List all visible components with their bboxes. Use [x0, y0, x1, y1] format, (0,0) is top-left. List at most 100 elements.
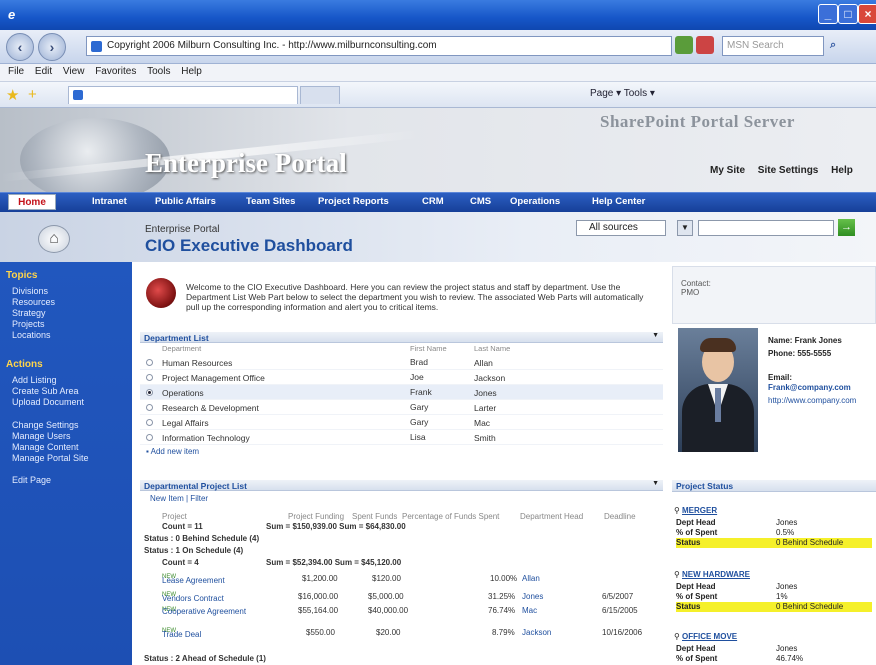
favorites-star-icon[interactable]: ★: [6, 86, 19, 104]
stop-button[interactable]: [696, 36, 714, 54]
url-input[interactable]: Copyright 2006 Milburn Consulting Inc. -…: [86, 36, 672, 56]
radio-button[interactable]: [146, 374, 153, 381]
project-percent: 76.74%: [488, 606, 516, 615]
status-item-name[interactable]: OFFICE MOVE: [682, 632, 737, 641]
nav-project-reports[interactable]: Project Reports: [318, 196, 389, 207]
project-row[interactable]: Cooperative Agreement NEW $55,164.00 $40,…: [140, 604, 663, 626]
add-favorite-icon[interactable]: +: [28, 86, 37, 103]
back-button[interactable]: ‹: [6, 33, 34, 61]
action-create-sub-area[interactable]: Create Sub Area: [12, 386, 79, 396]
group-ahead[interactable]: Status : 2 Ahead of Schedule (1): [140, 652, 663, 665]
radio-button[interactable]: [146, 434, 153, 441]
project-status-title[interactable]: Project Status: [672, 481, 733, 491]
my-site-link[interactable]: My Site: [710, 165, 745, 176]
help-link[interactable]: Help: [831, 165, 853, 176]
project-head[interactable]: Mac: [522, 606, 537, 615]
action-manage-users[interactable]: Manage Users: [12, 431, 71, 441]
department-row-selected[interactable]: Operations Frank Jones: [140, 385, 663, 400]
radio-button[interactable]: [146, 419, 153, 426]
webpart-menu-icon[interactable]: ▼: [652, 480, 659, 487]
portal-search-input[interactable]: [698, 220, 834, 236]
action-manage-content[interactable]: Manage Content: [12, 442, 79, 452]
chevron-down-icon[interactable]: ▼: [677, 220, 693, 236]
minimize-button[interactable]: _: [818, 4, 838, 24]
project-toolbar[interactable]: New Item | Filter: [150, 494, 208, 503]
project-spent: $5,000.00: [368, 592, 404, 601]
department-row[interactable]: Legal Affairs Gary Mac: [140, 415, 663, 430]
new-tab-button[interactable]: [300, 86, 340, 104]
add-new-item-link[interactable]: ▪ Add new item: [140, 447, 663, 456]
status-item-name[interactable]: NEW HARDWARE: [682, 570, 750, 579]
nav-operations[interactable]: Operations: [510, 196, 560, 207]
department-row[interactable]: Information Technology Lisa Smith: [140, 430, 663, 445]
project-head[interactable]: Allan: [522, 574, 540, 583]
forward-button[interactable]: ›: [38, 33, 66, 61]
webpart-menu-icon[interactable]: ▼: [652, 332, 659, 339]
sharepoint-title: SharePoint Portal Server: [600, 112, 795, 131]
topic-strategy[interactable]: Strategy: [12, 308, 46, 318]
project-row[interactable]: Vendors Contract NEW $16,000.00 $5,000.00…: [140, 590, 663, 604]
project-list-title[interactable]: Departmental Project List: [140, 481, 247, 491]
project-deadline: 6/5/2007: [602, 592, 634, 601]
col-department[interactable]: Department: [162, 344, 201, 353]
project-head[interactable]: Jackson: [522, 628, 551, 637]
nav-team-sites[interactable]: Team Sites: [246, 196, 295, 207]
project-row[interactable]: Lease Agreement NEW $1,200.00 $120.00 10.…: [140, 572, 663, 586]
search-go-button[interactable]: ⌕: [830, 36, 870, 56]
nav-intranet[interactable]: Intranet: [92, 196, 127, 207]
radio-button[interactable]: [146, 359, 153, 366]
action-change-settings[interactable]: Change Settings: [12, 420, 79, 430]
status-item-name[interactable]: MERGER: [682, 506, 717, 515]
topic-projects[interactable]: Projects: [12, 319, 45, 329]
project-head[interactable]: Jones: [522, 592, 543, 601]
menu-view[interactable]: View: [63, 66, 85, 77]
maximize-button[interactable]: □: [838, 4, 858, 24]
menu-file[interactable]: File: [8, 66, 24, 77]
col-first-name[interactable]: First Name: [410, 344, 447, 353]
action-upload-document[interactable]: Upload Document: [12, 397, 84, 407]
department-row[interactable]: Research & Development Gary Larter: [140, 400, 663, 415]
refresh-button[interactable]: [675, 36, 693, 54]
close-button[interactable]: ×: [858, 4, 876, 24]
project-name[interactable]: Vendors Contract NEW: [162, 592, 224, 603]
project-funding: $55,164.00: [298, 606, 339, 615]
department-row[interactable]: Project Management Office Joe Jackson: [140, 370, 663, 385]
project-name[interactable]: Trade Deal NEW: [162, 628, 201, 639]
department-row[interactable]: Human Resources Brad Allan: [140, 355, 663, 370]
browser-tab[interactable]: [68, 86, 298, 104]
radio-button-selected[interactable]: [146, 389, 153, 396]
topic-divisions[interactable]: Divisions: [12, 286, 48, 296]
site-settings-link[interactable]: Site Settings: [758, 165, 819, 176]
project-row[interactable]: Trade Deal NEW $550.00 $20.00 8.79% Jacks…: [140, 626, 663, 640]
radio-button[interactable]: [146, 404, 153, 411]
breadcrumb[interactable]: Enterprise Portal: [145, 224, 219, 235]
add-new-item-label: Add new item: [150, 447, 200, 456]
menu-tools[interactable]: Tools: [147, 66, 170, 77]
search-arrow-icon[interactable]: →: [838, 219, 855, 236]
command-bar[interactable]: Page ▾ Tools ▾: [590, 88, 655, 99]
nav-help-center[interactable]: Help Center: [592, 196, 645, 207]
project-name[interactable]: Lease Agreement NEW: [162, 574, 225, 585]
nav-cms[interactable]: CMS: [470, 196, 491, 207]
project-name[interactable]: Cooperative Agreement NEW: [162, 606, 246, 617]
contact-url[interactable]: http://www.company.com: [768, 396, 874, 406]
search-scope-select[interactable]: All sources: [576, 220, 666, 236]
count-group-row: Count = 4 Sum = $52,394.00 Sum = $45,120…: [140, 556, 663, 570]
topic-resources[interactable]: Resources: [12, 297, 55, 307]
menu-edit[interactable]: Edit: [35, 66, 52, 77]
menu-favorites[interactable]: Favorites: [95, 66, 136, 77]
dashboard-icon: [146, 278, 176, 308]
action-manage-portal-site[interactable]: Manage Portal Site: [12, 453, 89, 463]
nav-home[interactable]: Home: [8, 194, 56, 210]
action-edit-page[interactable]: Edit Page: [12, 475, 51, 485]
nav-public-affairs[interactable]: Public Affairs: [155, 196, 216, 207]
menu-help[interactable]: Help: [181, 66, 202, 77]
department-list-title[interactable]: Department List: [140, 333, 209, 343]
search-input[interactable]: MSN Search: [722, 36, 824, 56]
contact-email[interactable]: Frank@company.com: [768, 383, 874, 393]
home-icon[interactable]: ⌂: [38, 225, 70, 253]
topic-locations[interactable]: Locations: [12, 330, 51, 340]
col-last-name[interactable]: Last Name: [474, 344, 510, 353]
action-add-listing[interactable]: Add Listing: [12, 375, 57, 385]
nav-crm[interactable]: CRM: [422, 196, 444, 207]
